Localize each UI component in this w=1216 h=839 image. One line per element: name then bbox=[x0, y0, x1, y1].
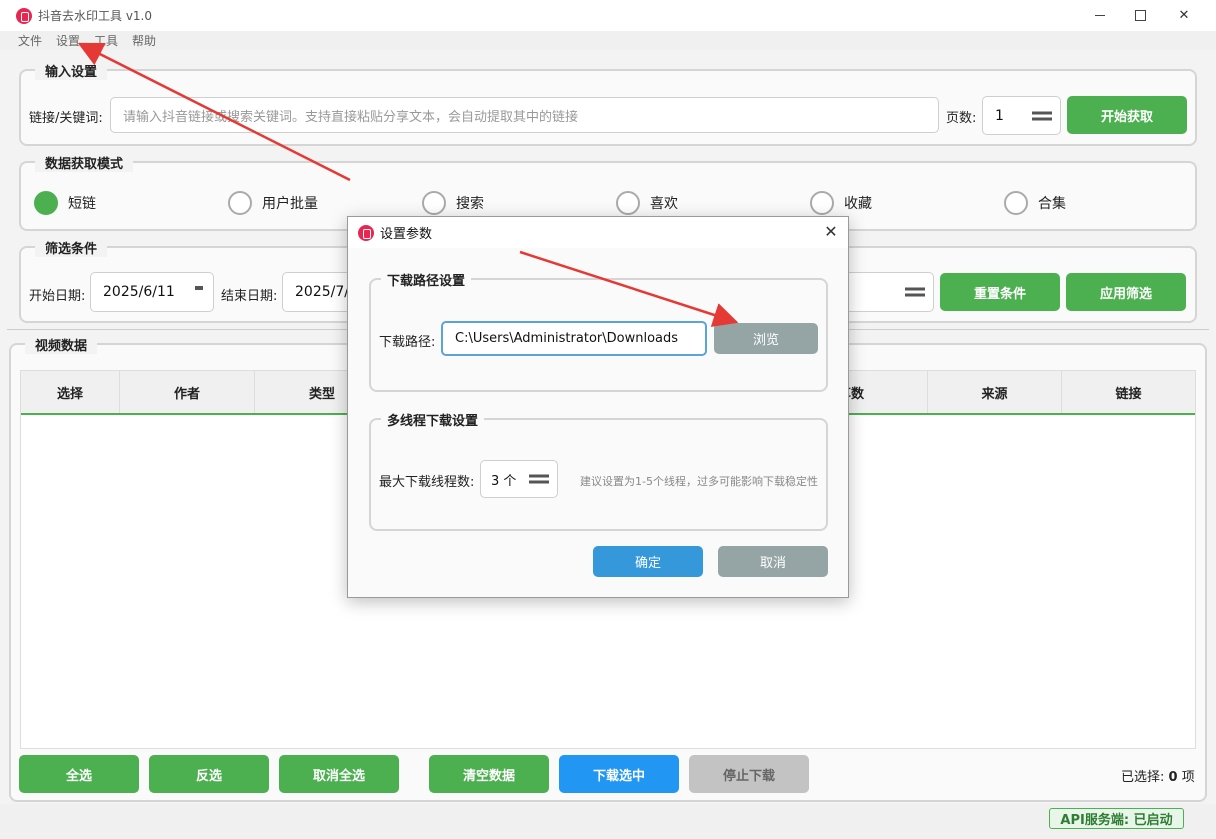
filter-spinbox[interactable] bbox=[840, 272, 934, 312]
spin-arrows-icon[interactable] bbox=[529, 474, 549, 484]
reset-filter-button[interactable]: 重置条件 bbox=[940, 273, 1060, 311]
stop-download-button[interactable]: 停止下载 bbox=[689, 755, 809, 793]
dialog-logo-icon bbox=[358, 224, 374, 241]
window-title: 抖音去水印工具 v1.0 bbox=[38, 9, 153, 23]
column-author[interactable]: 作者 bbox=[120, 371, 255, 413]
dialog-title-bar: 设置参数 ✕ bbox=[348, 217, 848, 248]
date-spin-icon[interactable] bbox=[195, 286, 203, 290]
start-date-label: 开始日期: bbox=[29, 289, 86, 304]
apply-filter-button[interactable]: 应用筛选 bbox=[1066, 273, 1186, 311]
start-date-field[interactable]: 2025/6/11 bbox=[90, 272, 214, 312]
mode-radio-user-batch[interactable]: 用户批量 bbox=[228, 191, 318, 215]
menu-help[interactable]: 帮助 bbox=[132, 32, 156, 49]
thread-label: 最大下载线程数: bbox=[379, 475, 475, 490]
thread-spinbox[interactable]: 3 个 bbox=[480, 460, 558, 498]
spin-arrows-icon[interactable] bbox=[905, 287, 925, 297]
mode-radio-likes[interactable]: 喜欢 bbox=[616, 191, 678, 215]
dialog-title: 设置参数 bbox=[380, 227, 433, 242]
settings-dialog: 设置参数 ✕ 下载路径设置 下载路径: C:\Users\Administrat… bbox=[347, 216, 849, 598]
radio-checked-icon bbox=[34, 191, 58, 215]
minimize-icon[interactable] bbox=[1078, 0, 1122, 31]
pages-spinbox[interactable]: 1 bbox=[982, 96, 1061, 135]
status-bar bbox=[0, 804, 1216, 839]
start-fetch-button[interactable]: 开始获取 bbox=[1067, 96, 1187, 134]
browse-button[interactable]: 浏览 bbox=[714, 323, 818, 354]
thread-group-title: 多线程下载设置 bbox=[381, 410, 485, 429]
mode-radio-short-link[interactable]: 短链 bbox=[34, 191, 96, 215]
api-status-badge: API服务端: 已启动 bbox=[1049, 808, 1184, 829]
deselect-all-button[interactable]: 取消全选 bbox=[279, 755, 399, 793]
link-input[interactable]: 请输入抖音链接或搜索关键词。支持直接粘贴分享文本，会自动提取其中的链接 bbox=[110, 97, 939, 133]
selected-count: 已选择: 0 项 bbox=[1121, 770, 1195, 785]
clear-data-button[interactable]: 清空数据 bbox=[429, 755, 549, 793]
column-source[interactable]: 来源 bbox=[928, 371, 1062, 413]
menu-file[interactable]: 文件 bbox=[18, 32, 42, 49]
end-date-label: 结束日期: bbox=[221, 289, 278, 304]
cancel-button[interactable]: 取消 bbox=[718, 546, 828, 577]
column-select[interactable]: 选择 bbox=[21, 371, 120, 413]
radio-unchecked-icon bbox=[228, 191, 252, 215]
path-input[interactable]: C:\Users\Administrator\Downloads bbox=[441, 321, 707, 356]
title-bar: 抖音去水印工具 v1.0 ✕ bbox=[0, 0, 1216, 31]
mode-radio-search[interactable]: 搜索 bbox=[422, 191, 484, 215]
select-all-button[interactable]: 全选 bbox=[19, 755, 139, 793]
radio-unchecked-icon bbox=[1004, 191, 1028, 215]
invert-selection-button[interactable]: 反选 bbox=[149, 755, 269, 793]
radio-unchecked-icon bbox=[616, 191, 640, 215]
mode-title: 数据获取模式 bbox=[35, 153, 134, 172]
column-link[interactable]: 链接 bbox=[1062, 371, 1195, 413]
path-label: 下载路径: bbox=[379, 335, 436, 350]
dialog-close-icon[interactable]: ✕ bbox=[822, 223, 840, 241]
spin-arrows-icon[interactable] bbox=[1032, 111, 1052, 120]
mode-radio-favorites[interactable]: 收藏 bbox=[810, 191, 872, 215]
link-label: 链接/关键词: bbox=[29, 111, 103, 126]
maximize-icon[interactable] bbox=[1118, 0, 1162, 31]
menu-tools[interactable]: 工具 bbox=[94, 32, 118, 49]
menu-settings[interactable]: 设置 bbox=[56, 32, 80, 49]
pages-label: 页数: bbox=[946, 111, 977, 126]
app-logo-icon bbox=[16, 7, 32, 24]
video-data-title: 视频数据 bbox=[25, 335, 98, 354]
path-group-title: 下载路径设置 bbox=[381, 270, 472, 289]
ok-button[interactable]: 确定 bbox=[593, 546, 703, 577]
download-selected-button[interactable]: 下载选中 bbox=[559, 755, 679, 793]
radio-unchecked-icon bbox=[810, 191, 834, 215]
filter-title: 筛选条件 bbox=[35, 238, 108, 257]
menu-bar: 文件 设置 工具 帮助 bbox=[0, 31, 1216, 50]
close-icon[interactable]: ✕ bbox=[1162, 0, 1206, 31]
input-settings-title: 输入设置 bbox=[35, 61, 108, 80]
mode-radio-collection[interactable]: 合集 bbox=[1004, 191, 1066, 215]
pages-value: 1 bbox=[995, 107, 1004, 124]
thread-hint: 建议设置为1-5个线程，过多可能影响下载稳定性 bbox=[580, 475, 818, 488]
radio-unchecked-icon bbox=[422, 191, 446, 215]
